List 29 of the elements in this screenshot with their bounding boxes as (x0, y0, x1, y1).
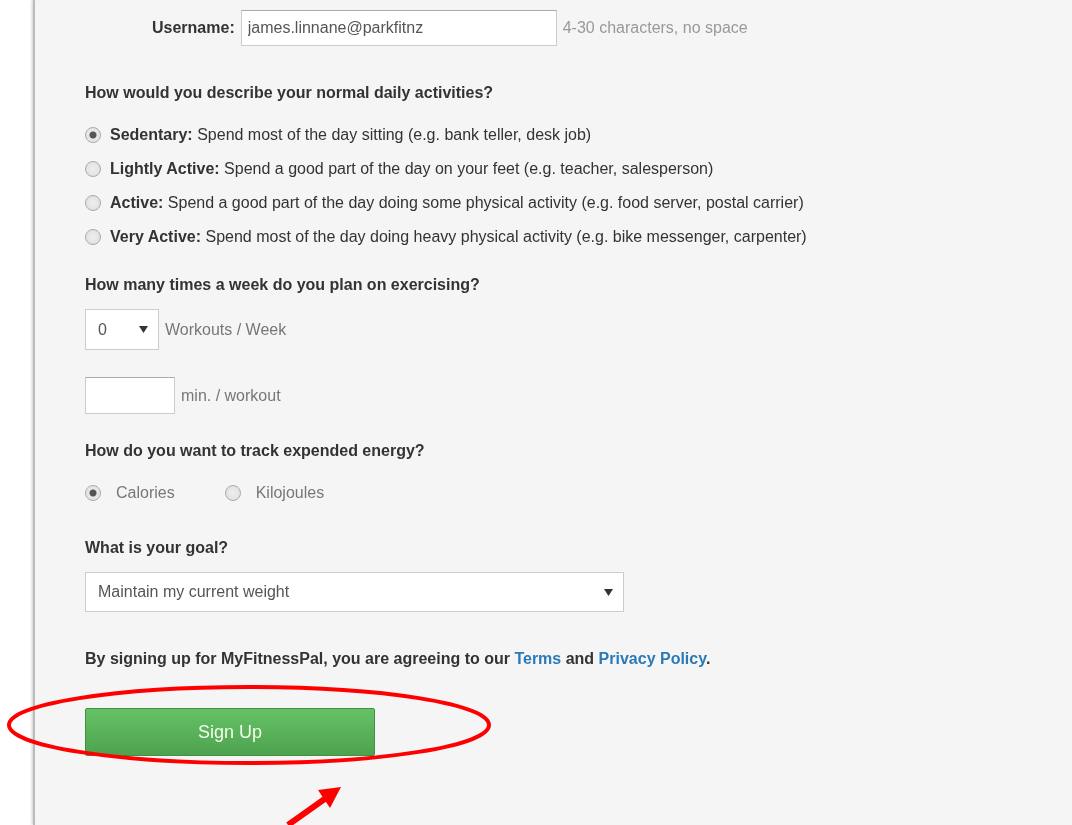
activity-option-text: Very Active: Spend most of the day doing heavy physical activity (e.g. bike messenger, carpenter) (110, 228, 807, 246)
goal-question: What is your goal? (85, 539, 230, 557)
terms-link[interactable]: Terms (514, 650, 562, 667)
caret-icon (604, 588, 613, 596)
caret-icon (139, 326, 148, 333)
username-field[interactable]: james.linnane@parkfitnz (240, 10, 557, 46)
radio-button[interactable] (85, 229, 101, 245)
energy-option-label: Calories (116, 484, 175, 502)
username-label: Username: (152, 19, 235, 37)
workouts-unit: Workouts / Week (165, 320, 287, 339)
radio-button[interactable] (85, 161, 101, 177)
activity-question: How would you describe your normal daily activities? (85, 84, 495, 102)
goal-dropdown[interactable]: Maintain my current weight (85, 572, 624, 612)
activity-option-text: Lightly Active: Spend a good part of the day on your feet (e.g. teacher, salesperson) (110, 160, 714, 178)
minutes-unit: min. / workout (181, 386, 281, 405)
activity-option-text: Active: Spend a good part of the day doing some physical activity (e.g. food server, postal carrier) (110, 194, 804, 212)
workouts-dropdown[interactable]: 0 (85, 309, 159, 350)
exercise-question: How many times a week do you plan on exercising? (85, 276, 481, 294)
radio-button[interactable] (85, 485, 101, 501)
radio-button[interactable] (85, 127, 101, 143)
terms-text: By signing up for MyFitnessPal, you are agreeing to our Terms and Privacy Policy. (85, 650, 712, 668)
activity-option-text: Sedentary: Spend most of the day sitting (e.g. bank teller, desk job) (110, 126, 592, 144)
energy-option-label: Kilojoules (255, 484, 325, 502)
minutes-field[interactable] (85, 377, 175, 414)
username-hint: 4-30 characters, no space (562, 19, 748, 37)
radio-button[interactable] (85, 195, 101, 211)
radio-button[interactable] (224, 485, 241, 501)
energy-question: How do you want to track expended energy? (85, 442, 426, 460)
terms-link[interactable]: Privacy Policy (598, 650, 706, 667)
